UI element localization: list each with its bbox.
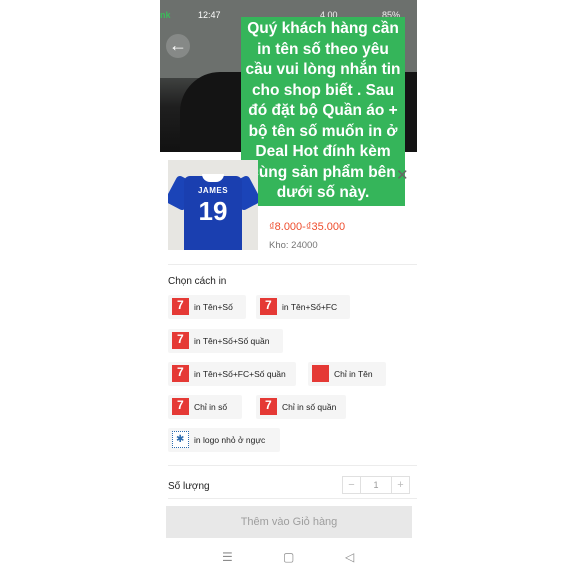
logo-badge-icon	[172, 431, 189, 449]
option-label: in Tên+Số+Số quần	[194, 336, 270, 346]
option-label: in Tên+Số	[194, 302, 233, 312]
seven-badge-icon	[260, 398, 277, 416]
seven-badge-icon	[172, 298, 189, 316]
quantity-minus-button[interactable]: −	[343, 477, 360, 493]
divider	[168, 465, 417, 466]
seven-badge-icon	[260, 298, 277, 316]
red-badge-icon	[312, 365, 329, 383]
seven-badge-icon	[172, 332, 189, 350]
close-icon[interactable]: ✕	[396, 168, 409, 183]
stock-count: Kho: 24000	[269, 240, 318, 251]
jersey-name: JAMES	[197, 186, 229, 195]
option-in-ten-so-so-quan[interactable]: in Tên+Số+Số quần	[168, 329, 283, 353]
price-range: ₫8.000-₫35.000	[269, 221, 346, 233]
divider	[168, 264, 417, 265]
print-notice-overlay: Quý khách hàng cần in tên số theo yêu cầ…	[241, 17, 405, 206]
option-in-ten-so[interactable]: in Tên+Số	[168, 295, 246, 319]
option-chi-in-ten[interactable]: Chỉ in Tên	[308, 362, 386, 386]
seven-badge-icon	[172, 398, 189, 416]
jersey-number: 19	[198, 196, 228, 226]
option-label: in Tên+Số+FC+Số quần	[194, 369, 286, 379]
option-label: in logo nhỏ ở ngực	[194, 435, 266, 445]
option-in-ten-so-fc-so-quan[interactable]: in Tên+Số+FC+Số quần	[168, 362, 296, 386]
brand-fragment: nk	[160, 10, 171, 20]
option-in-ten-so-fc[interactable]: in Tên+Số+FC	[256, 295, 350, 319]
option-label: Chỉ in Tên	[334, 369, 373, 379]
back-arrow-icon[interactable]: ←	[166, 34, 190, 58]
add-to-cart-button[interactable]: Thêm vào Giỏ hàng	[166, 506, 412, 538]
print-section-title: Chọn cách in	[168, 276, 227, 287]
status-time: 12:47	[198, 10, 221, 20]
quantity-label: Số lượng	[168, 481, 210, 492]
option-chi-in-so[interactable]: Chỉ in số	[168, 395, 242, 419]
home-icon[interactable]: ▢	[283, 550, 294, 564]
option-chi-in-so-quan[interactable]: Chỉ in số quần	[256, 395, 346, 419]
option-label: in Tên+Số+FC	[282, 302, 338, 312]
divider	[168, 498, 417, 499]
menu-icon[interactable]: ☰	[222, 550, 233, 564]
product-variant-sheet: nk 12:47 4.00 85% ← Quý khách hàng cần i…	[160, 0, 417, 576]
option-label: Chỉ in số	[194, 402, 228, 412]
product-thumbnail[interactable]: JAMES 19	[168, 160, 258, 250]
option-label: Chỉ in số quần	[282, 402, 337, 412]
back-icon[interactable]: ◁	[345, 550, 354, 564]
system-nav-bar: ☰ ▢ ◁	[160, 548, 417, 572]
quantity-value[interactable]: 1	[360, 477, 392, 493]
quantity-stepper: − 1 +	[342, 476, 410, 494]
seven-badge-icon	[172, 365, 189, 383]
quantity-plus-button[interactable]: +	[392, 477, 409, 493]
option-in-logo-nho[interactable]: in logo nhỏ ở ngực	[168, 428, 280, 452]
